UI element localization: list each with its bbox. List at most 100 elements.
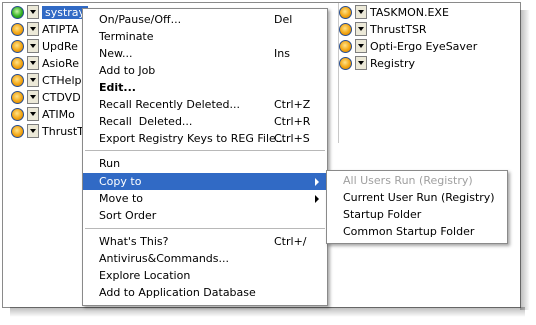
menu-item-label: What's This?	[99, 235, 169, 248]
menu-item-on-pause-off[interactable]: On/Pause/Off... Del	[83, 11, 327, 28]
list-item[interactable]: TASKMON.EXE	[339, 4, 449, 20]
dropdown-arrow-icon[interactable]	[27, 107, 39, 121]
menu-item-shortcut: Ctrl+/	[274, 235, 307, 248]
menu-item-move-to[interactable]: Move to	[83, 190, 327, 207]
menu-item-label: New...	[99, 47, 133, 60]
submenu-item-label: Common Startup Folder	[343, 225, 475, 238]
dropdown-arrow-icon[interactable]	[27, 124, 39, 138]
status-pause-icon[interactable]	[11, 107, 24, 121]
list-item-name: CTDVD	[42, 90, 81, 104]
list-item-name: ThrustTSR	[370, 22, 427, 36]
submenu-item-common-startup-folder[interactable]: Common Startup Folder	[327, 223, 507, 240]
dropdown-arrow-icon[interactable]	[27, 39, 39, 53]
window-shadow	[520, 10, 530, 310]
menu-item-recall-recently-deleted[interactable]: Recall Recently Deleted... Ctrl+Z	[83, 96, 327, 113]
menu-item-terminate[interactable]: Terminate	[83, 28, 327, 45]
list-item[interactable]: Opti-Ergo EyeSaver	[339, 38, 477, 54]
menu-item-edit[interactable]: Edit...	[83, 79, 327, 96]
list-item[interactable]: CTDVD	[11, 89, 81, 105]
submenu-arrow-icon	[315, 178, 319, 186]
submenu-item-all-users-run: All Users Run (Registry)	[327, 172, 507, 189]
menu-item-label: Move to	[99, 192, 144, 205]
status-pause-icon[interactable]	[11, 56, 24, 70]
list-item[interactable]: Registry	[339, 55, 415, 71]
menu-item-new[interactable]: New... Ins	[83, 45, 327, 62]
status-pause-icon[interactable]	[11, 73, 24, 87]
menu-item-add-to-job[interactable]: Add to Job	[83, 62, 327, 79]
status-pause-icon[interactable]	[339, 56, 352, 70]
menu-item-label: On/Pause/Off...	[99, 13, 182, 26]
submenu-item-current-user-run[interactable]: Current User Run (Registry)	[327, 189, 507, 206]
menu-item-whats-this[interactable]: What's This? Ctrl+/	[83, 233, 327, 250]
list-item[interactable]: UpdRe	[11, 38, 78, 54]
submenu-item-label: Current User Run (Registry)	[343, 191, 495, 204]
menu-item-copy-to[interactable]: Copy to	[83, 173, 327, 190]
dropdown-arrow-icon[interactable]	[355, 39, 367, 53]
menu-item-shortcut: Ctrl+Z	[274, 98, 311, 111]
menu-item-antivirus-commands[interactable]: Antivirus&Commands...	[83, 250, 327, 267]
status-pause-icon[interactable]	[339, 22, 352, 36]
list-item[interactable]: ATIPTA	[11, 21, 79, 37]
status-pause-icon[interactable]	[11, 90, 24, 104]
list-item-name: ATIPTA	[42, 22, 79, 36]
menu-item-sort-order[interactable]: Sort Order	[83, 207, 327, 224]
menu-item-label: Recall Recently Deleted...	[99, 98, 241, 111]
status-on-icon[interactable]	[11, 5, 24, 19]
menu-item-label: Add to Job	[99, 64, 156, 77]
menu-item-label: Sort Order	[99, 209, 157, 222]
menu-item-run[interactable]: Run	[83, 155, 327, 172]
menu-item-label: Recall Deleted...	[99, 115, 193, 128]
list-item[interactable]: ThrustT	[11, 123, 84, 139]
list-item-name: UpdRe	[42, 39, 78, 53]
list-item-name: TASKMON.EXE	[370, 5, 449, 19]
dropdown-arrow-icon[interactable]	[27, 56, 39, 70]
dropdown-arrow-icon[interactable]	[27, 73, 39, 87]
menu-item-label: Export Registry Keys to REG File...	[99, 132, 287, 145]
menu-item-label: Terminate	[99, 30, 154, 43]
dropdown-arrow-icon[interactable]	[27, 22, 39, 36]
list-item-name: Registry	[370, 56, 416, 70]
menu-item-add-to-application-database[interactable]: Add to Application Database	[83, 284, 327, 301]
dropdown-arrow-icon[interactable]	[355, 5, 367, 19]
list-item[interactable]: systray	[11, 4, 89, 20]
dropdown-arrow-icon[interactable]	[355, 22, 367, 36]
list-item-name: ThrustT	[42, 124, 84, 138]
list-item[interactable]: ThrustTSR	[339, 21, 427, 37]
menu-item-label: Explore Location	[99, 269, 191, 282]
menu-separator	[85, 228, 325, 229]
list-item[interactable]: AsioRe	[11, 55, 79, 71]
status-pause-icon[interactable]	[339, 39, 352, 53]
menu-item-shortcut: Ctrl+S	[274, 132, 310, 145]
menu-item-shortcut: Ctrl+R	[274, 115, 311, 128]
list-item-name: AsioRe	[42, 56, 79, 70]
context-menu: On/Pause/Off... Del Terminate New... Ins…	[82, 8, 328, 306]
submenu-item-label: All Users Run (Registry)	[343, 174, 473, 187]
copy-to-submenu: All Users Run (Registry) Current User Ru…	[326, 170, 508, 244]
menu-item-label: Antivirus&Commands...	[99, 252, 229, 265]
status-pause-icon[interactable]	[339, 5, 352, 19]
dropdown-arrow-icon[interactable]	[27, 5, 39, 19]
menu-item-label: Copy to	[99, 175, 142, 188]
menu-item-label: Run	[99, 157, 121, 170]
menu-item-explore-location[interactable]: Explore Location	[83, 267, 327, 284]
menu-item-label: Add to Application Database	[99, 286, 256, 299]
list-item[interactable]: ATIMo	[11, 106, 75, 122]
list-item-name: ATIMo	[42, 107, 75, 121]
submenu-item-startup-folder[interactable]: Startup Folder	[327, 206, 507, 223]
menu-item-recall-deleted[interactable]: Recall Deleted... Ctrl+R	[83, 113, 327, 130]
list-item[interactable]: CTHelp	[11, 72, 81, 88]
submenu-arrow-icon	[315, 195, 319, 203]
list-item-name: CTHelp	[42, 73, 82, 87]
menu-item-label: Edit...	[99, 81, 136, 94]
status-pause-icon[interactable]	[11, 22, 24, 36]
menu-item-shortcut: Ins	[274, 47, 290, 60]
status-pause-icon[interactable]	[11, 124, 24, 138]
window-shadow	[10, 307, 525, 317]
dropdown-arrow-icon[interactable]	[355, 56, 367, 70]
menu-separator	[85, 150, 325, 151]
dropdown-arrow-icon[interactable]	[27, 90, 39, 104]
menu-item-export-registry-keys[interactable]: Export Registry Keys to REG File... Ctrl…	[83, 130, 327, 147]
status-pause-icon[interactable]	[11, 39, 24, 53]
menu-item-shortcut: Del	[274, 13, 293, 26]
submenu-item-label: Startup Folder	[343, 208, 422, 221]
